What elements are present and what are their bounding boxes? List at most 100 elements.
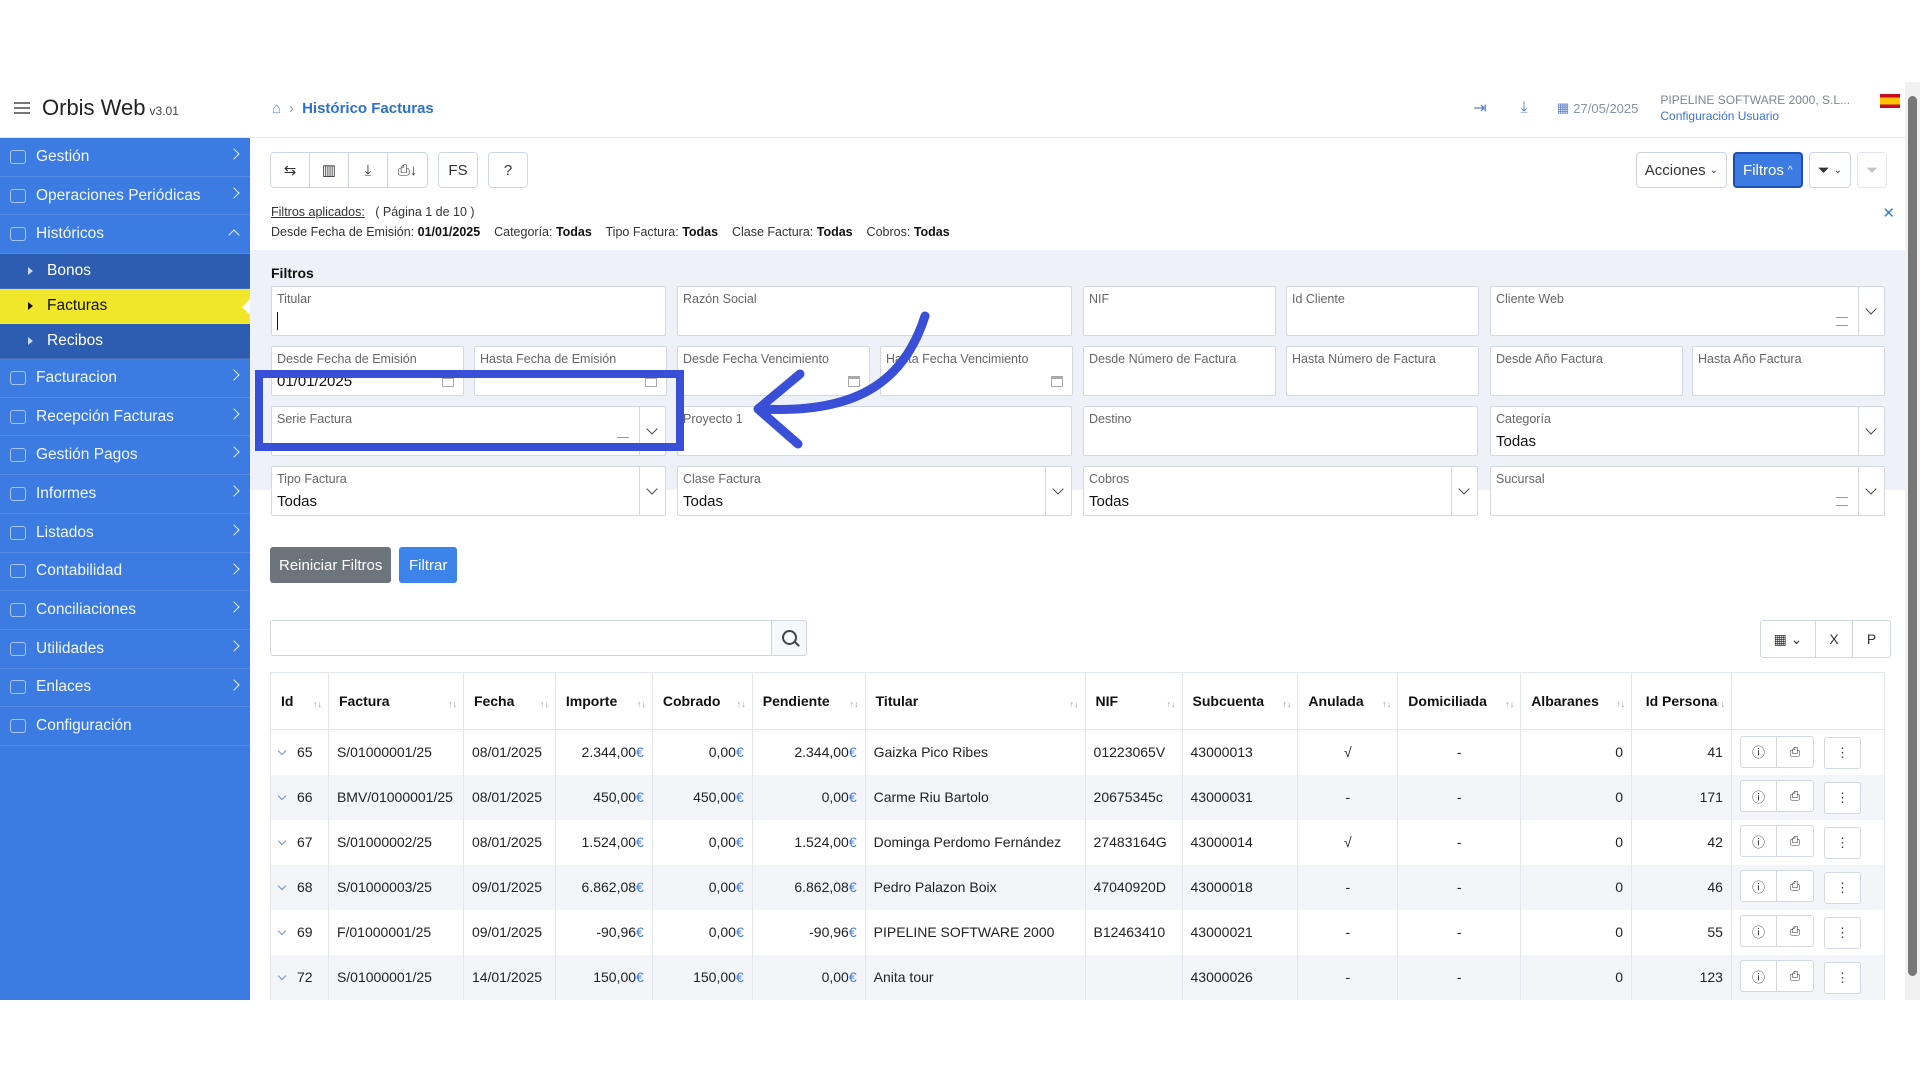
sidebar-item-pagos[interactable]: Gestión Pagos [0, 436, 250, 476]
table-row[interactable]: 68 S/01000003/25 09/01/2025 6.862,08€ 0,00€ 6… [270, 864, 1886, 910]
applied-filters-link[interactable]: Filtros aplicados: [271, 205, 365, 219]
chevron-down-icon[interactable] [639, 467, 665, 515]
calendar-icon[interactable] [1051, 376, 1063, 387]
more-options-icon[interactable]: ⋮ [1823, 826, 1861, 859]
print-icon[interactable]: ⎙ [1776, 780, 1814, 813]
hasta-numero-factura-field[interactable]: Hasta Número de Factura [1286, 346, 1479, 396]
chevron-down-icon[interactable] [1451, 467, 1477, 515]
info-icon[interactable]: ⓘ [1739, 735, 1777, 768]
search-icon[interactable] [771, 620, 807, 656]
sidebar-item-conciliaciones[interactable]: Conciliaciones [0, 591, 250, 630]
info-icon[interactable]: ⓘ [1739, 960, 1777, 993]
sidebar-item-operaciones[interactable]: Operaciones Periódicas [0, 177, 250, 216]
sidebar-item-informes[interactable]: Informes [0, 475, 250, 514]
table-row[interactable]: 65 S/01000001/25 08/01/2025 2.344,00€ 0,00€ 2… [270, 729, 1886, 775]
expand-row-icon[interactable] [277, 791, 287, 801]
col-header-cobrado[interactable]: Cobrado ↑↓ [651, 672, 753, 730]
pdf-export-icon[interactable]: P [1853, 621, 1890, 657]
help-icon[interactable]: ? [489, 153, 527, 187]
sidebar-subitem-bonos[interactable]: Bonos [0, 254, 250, 290]
chevron-down-icon[interactable] [1858, 467, 1884, 515]
col-header-pendiente[interactable]: Pendiente ↑↓ [751, 672, 866, 730]
apply-filter-button[interactable]: Filtrar [399, 547, 458, 583]
col-header-subcuenta[interactable]: Subcuenta ↑↓ [1181, 672, 1299, 730]
sidebar-subitem-facturas[interactable]: Facturas [0, 289, 250, 325]
chevron-down-icon[interactable] [1045, 467, 1071, 515]
more-options-icon[interactable]: ⋮ [1823, 871, 1861, 904]
col-header-albaranes[interactable]: Albaranes ↑↓ [1520, 672, 1633, 730]
sidebar-item-listados[interactable]: Listados [0, 514, 250, 553]
more-options-icon[interactable]: ⋮ [1823, 961, 1861, 994]
sidebar-item-historicos[interactable]: Históricos [0, 215, 250, 255]
expand-row-icon[interactable] [277, 926, 287, 936]
tipo-factura-select[interactable]: Tipo Factura Todas [271, 466, 666, 516]
print-icon[interactable]: ⎙ [1776, 825, 1814, 858]
id-cliente-field[interactable]: Id Cliente [1286, 286, 1479, 336]
user-config-link[interactable]: Configuración Usuario [1660, 108, 1850, 124]
table-row[interactable]: 72 S/01000001/25 14/01/2025 150,00€ 150,00€ 0… [270, 954, 1886, 1000]
filter-menu-button[interactable]: ⏷ ⌄ [1808, 152, 1851, 188]
expand-row-icon[interactable] [277, 747, 287, 756]
info-icon[interactable]: ⓘ [1739, 825, 1777, 858]
col-header-fecha[interactable]: Fecha ↑↓ [462, 672, 556, 730]
filtros-button[interactable]: Filtros ^ [1733, 152, 1803, 188]
cobros-select[interactable]: Cobros Todas [1083, 466, 1478, 516]
more-options-icon[interactable]: ⋮ [1823, 737, 1861, 769]
nif-field[interactable]: NIF [1083, 286, 1276, 336]
more-options-icon[interactable]: ⋮ [1823, 916, 1861, 949]
sidebar-item-gestion[interactable]: Gestión [0, 138, 250, 177]
reset-filters-button[interactable]: Reiniciar Filtros [270, 547, 392, 583]
sidebar-item-utilidades[interactable]: Utilidades [0, 630, 250, 669]
col-header-nif[interactable]: NIF ↑↓ [1084, 672, 1183, 730]
sidebar-item-configuracion[interactable]: Configuración [0, 707, 250, 746]
destino-field[interactable]: Destino [1083, 406, 1478, 456]
clase-factura-select[interactable]: Clase Factura Todas [677, 466, 1072, 516]
sidebar-item-contabilidad[interactable]: Contabilidad [0, 553, 250, 592]
col-header-titular[interactable]: Titular ↑↓ [864, 672, 1086, 730]
sidebar-subitem-recibos[interactable]: Recibos [0, 324, 250, 360]
scrollbar-thumb[interactable] [1908, 96, 1917, 976]
chevron-down-icon[interactable] [1858, 407, 1884, 455]
desde-numero-factura-field[interactable]: Desde Número de Factura [1083, 346, 1276, 396]
transfer-icon[interactable]: ⇆ [271, 153, 310, 187]
more-options-icon[interactable]: ⋮ [1823, 781, 1861, 814]
print-icon[interactable]: ⎙ [1776, 870, 1814, 903]
sidebar-item-enlaces[interactable]: Enlaces [0, 669, 250, 708]
table-row[interactable]: 67 S/01000002/25 08/01/2025 1.524,00€ 0,00€ 1… [270, 819, 1886, 865]
header-date[interactable]: ▦ 27/05/2025 [1557, 100, 1638, 116]
info-icon[interactable]: ⓘ [1739, 780, 1777, 813]
chevron-down-icon[interactable] [1858, 287, 1884, 335]
col-header-domiciliada[interactable]: Domiciliada ↑↓ [1397, 672, 1522, 730]
books-icon[interactable]: ▥ [310, 153, 349, 187]
clear-filter-button[interactable]: ⏷ [1856, 152, 1887, 188]
sidebar-item-recepcion[interactable]: Recepción Facturas [0, 398, 250, 437]
excel-export-icon[interactable]: X [1816, 621, 1853, 657]
vertical-scrollbar[interactable] [1905, 82, 1920, 1000]
info-icon[interactable]: ⓘ [1739, 870, 1777, 903]
col-header-anulada[interactable]: Anulada ↑↓ [1297, 672, 1399, 730]
menu-icon[interactable] [14, 102, 30, 114]
columns-icon[interactable]: ▦ ⌄ [1761, 621, 1816, 657]
expand-row-icon[interactable] [277, 881, 287, 891]
spain-flag-icon[interactable] [1880, 94, 1900, 108]
document-download-icon[interactable]: ⎙↓ [388, 153, 427, 187]
hasta-anio-factura-field[interactable]: Hasta Año Factura [1692, 346, 1885, 396]
expand-row-icon[interactable] [277, 971, 287, 981]
info-icon[interactable]: ⓘ [1739, 915, 1777, 948]
print-icon[interactable]: ⎙ [1776, 915, 1814, 948]
expand-row-icon[interactable] [277, 836, 287, 846]
desde-anio-factura-field[interactable]: Desde Año Factura [1490, 346, 1683, 396]
col-header-factura[interactable]: Factura ↑↓ [327, 672, 464, 730]
categoria-select[interactable]: Categoría Todas [1490, 406, 1885, 456]
table-row[interactable]: 66 BMV/01000001/25 08/01/2025 450,00€ 450,00… [270, 774, 1886, 820]
close-icon[interactable]: ✕ [1882, 204, 1895, 222]
login-icon[interactable]: ⇥ [1469, 97, 1491, 119]
grid-search-input[interactable] [270, 620, 772, 656]
download-icon[interactable]: ⤓ [1513, 97, 1535, 119]
sucursal-select[interactable]: Sucursal [1490, 466, 1885, 516]
col-header-id[interactable]: Id ↑↓ [270, 672, 329, 730]
print-icon[interactable]: ⎙ [1776, 960, 1814, 993]
sidebar-item-facturacion[interactable]: Facturacion [0, 359, 250, 398]
home-icon[interactable]: ⌂ [272, 100, 281, 117]
cliente-web-select[interactable]: Cliente Web [1490, 286, 1885, 336]
